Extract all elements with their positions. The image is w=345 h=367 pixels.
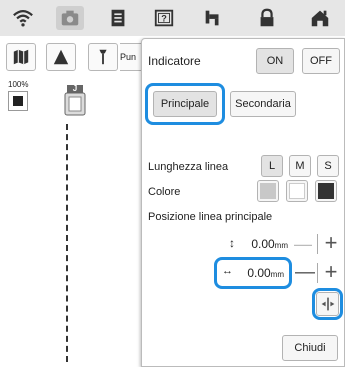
separator (317, 234, 318, 254)
thread-icon[interactable] (199, 6, 227, 30)
color-light-gray-button[interactable] (257, 180, 279, 202)
document-icon[interactable] (104, 6, 132, 30)
camera-icon[interactable] (56, 6, 84, 30)
separator (317, 263, 318, 283)
horizontal-position-value: 0.00mm (247, 266, 284, 280)
position-label: Posizione linea principale (148, 211, 273, 223)
help-icon[interactable]: ? (150, 6, 178, 30)
vertical-position-value: 0.00mm (251, 237, 288, 251)
horizontal-minus-button[interactable]: — (294, 261, 316, 283)
off-button[interactable]: OFF (302, 48, 340, 74)
tool-tab[interactable]: Pun (120, 43, 143, 71)
color-white-button[interactable] (286, 180, 308, 202)
indicator-label: Indicatore (148, 54, 201, 68)
size-l-button[interactable]: L (261, 155, 283, 177)
size-s-button[interactable]: S (317, 155, 339, 177)
primary-tab-highlight (145, 83, 225, 125)
line-length-label: Lunghezza linea (148, 161, 229, 173)
indicator-panel: Indicatore ON OFF Principale Secondaria … (141, 38, 345, 367)
vertical-arrow-icon: ↕ (229, 236, 235, 250)
horizontal-plus-button[interactable]: + (320, 259, 342, 284)
pin-tool-button[interactable] (88, 43, 118, 71)
thread-color-swatch (8, 91, 28, 111)
on-button[interactable]: ON (256, 48, 294, 74)
stitch-guideline (66, 124, 68, 362)
top-toolbar: ? (0, 0, 345, 36)
tool-tab-label: Pun (120, 52, 137, 62)
map-view-button[interactable] (6, 43, 36, 71)
zoom-label: 100% (8, 80, 29, 89)
wifi-icon[interactable] (9, 6, 37, 30)
horizontal-arrow-icon: ↔ (222, 265, 233, 277)
size-m-button[interactable]: M (289, 155, 311, 177)
lock-icon[interactable] (253, 6, 281, 30)
color-label: Colore (148, 186, 181, 198)
triangle-tool-button[interactable] (46, 43, 76, 71)
center-line-button[interactable] (316, 292, 339, 316)
center-line-icon (321, 297, 334, 311)
color-dark-button[interactable] (315, 180, 337, 202)
close-button[interactable]: Chiudi (282, 335, 338, 361)
tab-secondary[interactable]: Secondaria (230, 91, 296, 117)
presser-foot-icon: J (60, 83, 90, 117)
vertical-plus-button[interactable]: + (320, 230, 342, 255)
vertical-minus-button[interactable]: — (292, 233, 314, 255)
home-icon[interactable] (306, 6, 334, 30)
svg-text:?: ? (161, 14, 167, 24)
presser-foot-label: J (73, 84, 77, 93)
